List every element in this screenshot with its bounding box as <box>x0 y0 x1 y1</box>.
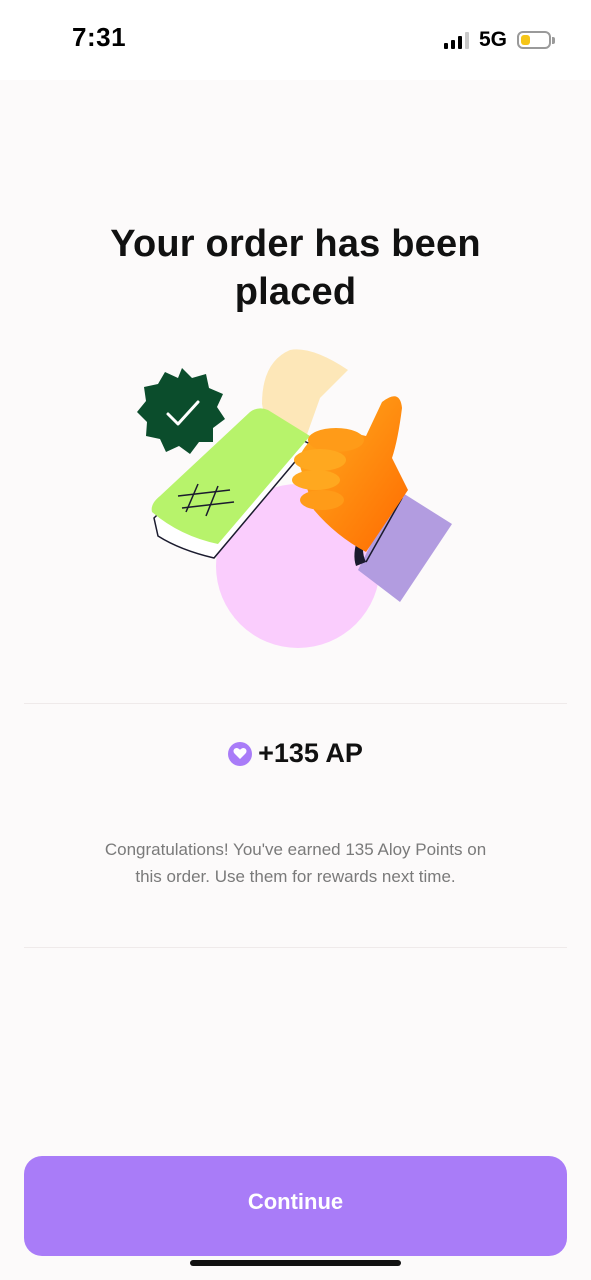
home-indicator <box>190 1260 401 1266</box>
divider-bottom <box>24 947 567 948</box>
battery-fill <box>521 35 530 45</box>
status-indicators: 5G <box>443 28 555 52</box>
network-label: 5G <box>478 28 507 51</box>
heart-icon <box>228 741 253 766</box>
check-badge-icon <box>137 368 225 454</box>
congrats-message: Congratulations! You've earned 135 Aloy … <box>104 840 487 886</box>
status-bar: 7:31 5G <box>0 0 591 80</box>
page-title: Your order has been placed <box>110 223 481 313</box>
battery-icon <box>517 31 555 49</box>
divider-top <box>24 703 567 704</box>
illustration-svg <box>137 349 452 648</box>
status-time: 7:31 <box>72 22 127 52</box>
points-earned: +135 AP <box>0 738 591 769</box>
continue-button[interactable]: Continue <box>24 1156 567 1256</box>
points-value: +135 AP <box>258 738 363 768</box>
thumbs-up-receipt-illustration <box>130 340 470 660</box>
signal-icon <box>443 31 469 49</box>
